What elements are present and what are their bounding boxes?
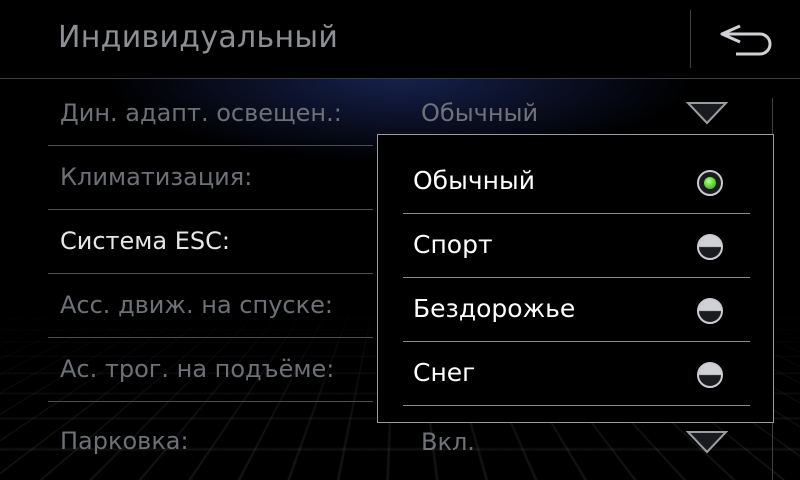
option-divider [403,405,750,406]
option-label: Спорт [413,230,493,259]
parking-value-select[interactable]: Вкл. [421,428,475,456]
radio-icon[interactable] [697,234,723,260]
option-sport[interactable]: Спорт [403,214,750,278]
lighting-options-popup: Обычный Спорт Бездорожье Снег [377,134,774,423]
page-title: Индивидуальный [58,20,339,55]
option-normal[interactable]: Обычный [403,150,750,214]
setting-row-climate[interactable]: Климатизация: [48,146,373,210]
setting-label: Система ESC: [60,227,230,255]
back-button[interactable] [691,0,800,78]
lighting-value-select[interactable]: Обычный [421,99,538,127]
setting-row-lighting[interactable]: Дин. адапт. освещен.: [48,82,373,146]
back-arrow-icon [720,24,771,56]
setting-label: Дин. адапт. освещен.: [60,99,342,127]
setting-row-hill-descent[interactable]: Асс. движ. на спуске: [48,274,373,338]
radio-icon[interactable] [697,298,723,324]
option-offroad[interactable]: Бездорожье [403,278,750,342]
setting-label: Ас. трог. на подъёме: [60,355,335,383]
setting-row-esc[interactable]: Система ESC: [48,210,373,274]
setting-label: Парковка: [60,427,189,455]
header-bar: Индивидуальный [0,0,800,79]
radio-icon[interactable] [697,362,723,388]
setting-row-hill-start[interactable]: Ас. трог. на подъёме: [48,338,373,402]
setting-row-parking[interactable]: Парковка: [48,410,373,474]
option-snow[interactable]: Снег [403,342,750,406]
dropdown-arrow-icon[interactable] [686,101,728,125]
setting-label: Асс. движ. на спуске: [60,291,333,319]
option-label: Бездорожье [413,294,576,323]
dropdown-arrow-icon[interactable] [686,430,728,454]
radio-selected-icon[interactable] [697,170,723,196]
row-divider [48,401,373,402]
option-label: Снег [413,358,476,387]
option-label: Обычный [413,166,535,195]
setting-label: Климатизация: [60,163,253,191]
